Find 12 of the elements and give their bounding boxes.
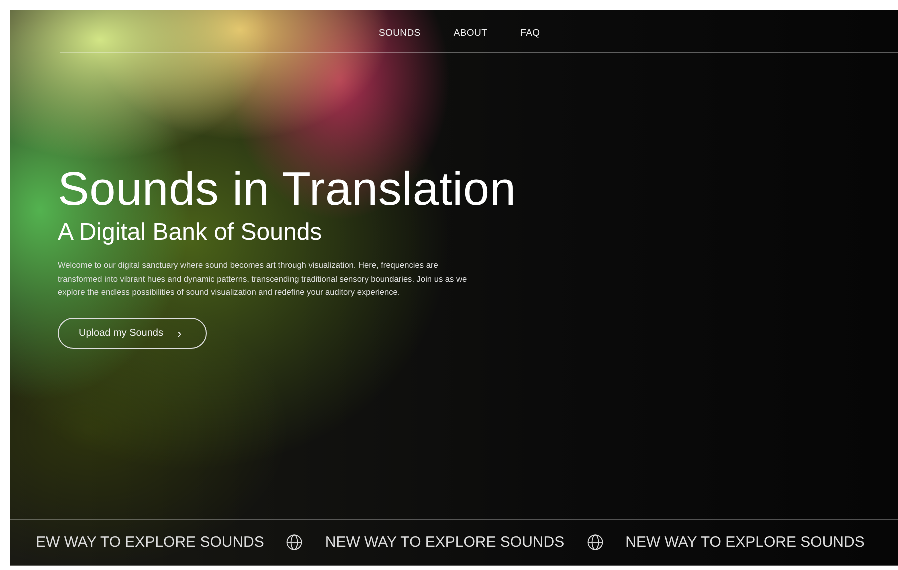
hero-title: Sounds in Translation bbox=[58, 161, 518, 217]
globe-icon bbox=[286, 534, 304, 551]
ticker-text: NEW WAY TO EXPLORE SOUNDS bbox=[626, 534, 865, 551]
hero-subtitle: A Digital Bank of Sounds bbox=[58, 218, 324, 248]
globe-icon bbox=[586, 534, 604, 551]
nav-link[interactable]: ABOUT bbox=[454, 28, 488, 52]
ticker-text: NEW WAY TO EXPLORE SOUNDS bbox=[325, 534, 565, 551]
upload-button[interactable]: Upload my Sounds › bbox=[58, 318, 207, 348]
ticker-text: EW WAY TO EXPLORE SOUNDS bbox=[36, 534, 264, 551]
nav-link[interactable]: SOUNDS bbox=[379, 28, 421, 52]
hero-description: Welcome to our digital sanctuary where sound becomes art through visualization. Here, frequencies are transformed into vibrant hues and dynamic patterns, transcending traditional sensory boundaries. Join us as we explore the endless possibilities of sound visualization and redefine your auditory experience. bbox=[58, 259, 468, 299]
nav-link[interactable]: FAQ bbox=[520, 28, 540, 52]
